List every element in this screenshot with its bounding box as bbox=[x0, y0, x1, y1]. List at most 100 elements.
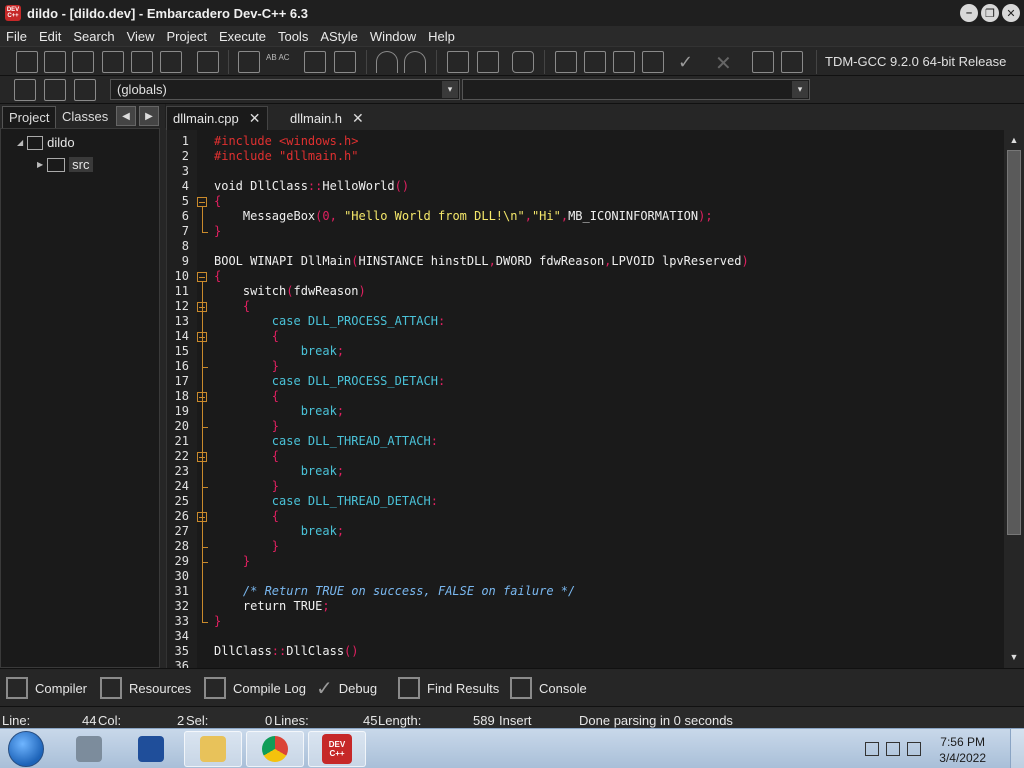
minimize-button[interactable]: – bbox=[960, 4, 978, 22]
close-icon[interactable]: ✕ bbox=[352, 110, 364, 127]
volume-muted-icon[interactable] bbox=[907, 742, 921, 756]
code-line[interactable]: BOOL WINAPI DllMain(HINSTANCE hinstDLL,D… bbox=[214, 254, 749, 268]
goto-bookmark-icon[interactable] bbox=[74, 79, 96, 101]
scope-select[interactable]: (globals) ▾ bbox=[110, 79, 460, 100]
taskbar-server-manager[interactable] bbox=[60, 731, 118, 767]
taskbar-powershell[interactable] bbox=[122, 731, 180, 767]
code-line[interactable]: { bbox=[214, 449, 279, 463]
network-icon[interactable] bbox=[886, 742, 900, 756]
code-line[interactable]: { bbox=[214, 329, 279, 343]
menu-file[interactable]: File bbox=[0, 29, 33, 44]
new-file-icon[interactable] bbox=[16, 51, 38, 73]
tab-classes[interactable]: Classes bbox=[56, 106, 114, 128]
menu-edit[interactable]: Edit bbox=[33, 29, 67, 44]
code-line[interactable]: { bbox=[214, 194, 221, 208]
code-line[interactable]: case DLL_PROCESS_ATTACH: bbox=[214, 314, 445, 328]
code-line[interactable]: } bbox=[214, 419, 279, 433]
code-line[interactable]: } bbox=[214, 539, 279, 553]
menu-search[interactable]: Search bbox=[67, 29, 120, 44]
replace-icon[interactable]: AB AC bbox=[266, 53, 290, 62]
close-all-icon[interactable] bbox=[160, 51, 182, 73]
tab-debug[interactable]: ✓ Debug bbox=[316, 675, 377, 701]
menu-astyle[interactable]: AStyle bbox=[314, 29, 364, 44]
tab-scroll-left-button[interactable]: ◀ bbox=[116, 106, 136, 126]
code-line[interactable]: case DLL_THREAD_DETACH: bbox=[214, 494, 438, 508]
start-button[interactable] bbox=[8, 731, 44, 767]
profile-icon[interactable] bbox=[752, 51, 774, 73]
show-desktop-button[interactable] bbox=[1010, 729, 1024, 768]
code-line[interactable]: return TRUE; bbox=[214, 599, 330, 613]
taskbar-devcpp[interactable]: DEV C++ bbox=[308, 731, 366, 767]
toggle-comment-icon[interactable] bbox=[512, 51, 534, 73]
tab-dllmain-h[interactable]: dllmain.h ✕ bbox=[284, 106, 370, 130]
code-line[interactable]: { bbox=[214, 299, 250, 313]
rebuild-all-icon[interactable] bbox=[642, 51, 664, 73]
menu-window[interactable]: Window bbox=[364, 29, 422, 44]
fold-toggle-icon[interactable] bbox=[197, 197, 207, 207]
menu-help[interactable]: Help bbox=[422, 29, 461, 44]
close-file-icon[interactable] bbox=[131, 51, 153, 73]
tab-project[interactable]: Project bbox=[2, 106, 57, 128]
undo-icon[interactable] bbox=[376, 51, 398, 73]
code-line[interactable]: break; bbox=[214, 404, 344, 418]
delete-profile-icon[interactable] bbox=[781, 51, 803, 73]
editor-vertical-scrollbar[interactable]: ▲ ▼ bbox=[1004, 130, 1024, 668]
code-line[interactable]: case DLL_PROCESS_DETACH: bbox=[214, 374, 445, 388]
tab-console[interactable]: Console bbox=[510, 675, 587, 701]
code-line[interactable]: DllClass::DllClass() bbox=[214, 644, 359, 658]
run-icon[interactable] bbox=[584, 51, 606, 73]
compile-icon[interactable] bbox=[555, 51, 577, 73]
collapse-toggle-icon[interactable]: ▶ bbox=[37, 160, 43, 169]
close-icon[interactable]: ✕ bbox=[249, 110, 261, 127]
tab-compile-log[interactable]: Compile Log bbox=[204, 675, 306, 701]
fold-toggle-icon[interactable] bbox=[197, 272, 207, 282]
print-icon[interactable] bbox=[197, 51, 219, 73]
taskbar-file-explorer[interactable] bbox=[184, 731, 242, 767]
code-line[interactable]: switch(fdwReason) bbox=[214, 284, 366, 298]
check-syntax-icon[interactable]: ✓ bbox=[678, 52, 693, 73]
fold-toggle-icon[interactable] bbox=[197, 392, 207, 402]
code-editor[interactable]: 1 2 3 4 5 6 7 8 9 10 11 12 13 14 15 16 17 18 19 20 21 22 23 24 2… bbox=[166, 130, 1004, 668]
code-line[interactable]: /* Return TRUE on success, FALSE on fail… bbox=[214, 584, 575, 598]
menu-tools[interactable]: Tools bbox=[272, 29, 314, 44]
compile-run-icon[interactable] bbox=[613, 51, 635, 73]
save-icon[interactable] bbox=[72, 51, 94, 73]
find-icon[interactable] bbox=[238, 51, 260, 73]
code-line[interactable]: { bbox=[214, 269, 221, 283]
code-line[interactable]: { bbox=[214, 509, 279, 523]
code-line[interactable]: #include "dllmain.h" bbox=[214, 149, 359, 163]
tab-find-results[interactable]: Find Results bbox=[398, 675, 499, 701]
goto-line-icon[interactable] bbox=[304, 51, 326, 73]
chevron-down-icon[interactable]: ▾ bbox=[792, 81, 808, 98]
code-line[interactable]: #include <windows.h> bbox=[214, 134, 359, 148]
open-file-icon[interactable] bbox=[44, 51, 66, 73]
fold-toggle-icon[interactable] bbox=[197, 302, 207, 312]
code-line[interactable]: } bbox=[214, 224, 221, 238]
code-line[interactable]: break; bbox=[214, 464, 344, 478]
stop-execution-icon[interactable]: ✕ bbox=[715, 51, 732, 76]
menu-view[interactable]: View bbox=[121, 29, 161, 44]
close-button[interactable]: ✕ bbox=[1002, 4, 1020, 22]
restore-button[interactable]: ❐ bbox=[981, 4, 999, 22]
tray-clock[interactable]: 7:56 PM 3/4/2022 bbox=[939, 734, 986, 766]
tab-scroll-right-button[interactable]: ▶ bbox=[139, 106, 159, 126]
unindent-icon[interactable] bbox=[477, 51, 499, 73]
tab-resources[interactable]: Resources bbox=[100, 675, 191, 701]
save-all-icon[interactable] bbox=[102, 51, 124, 73]
taskbar-chrome[interactable] bbox=[246, 731, 304, 767]
code-line[interactable]: void DllClass::HelloWorld() bbox=[214, 179, 409, 193]
toggle-bookmark-icon[interactable] bbox=[44, 79, 66, 101]
indent-icon[interactable] bbox=[447, 51, 469, 73]
fold-toggle-icon[interactable] bbox=[197, 512, 207, 522]
code-line[interactable]: break; bbox=[214, 344, 344, 358]
tab-compiler[interactable]: Compiler bbox=[6, 675, 87, 701]
code-line[interactable]: } bbox=[214, 614, 221, 628]
scroll-up-icon[interactable]: ▲ bbox=[1007, 133, 1021, 147]
tab-dllmain-cpp[interactable]: dllmain.cpp ✕ bbox=[166, 106, 268, 130]
scroll-down-icon[interactable]: ▼ bbox=[1007, 650, 1021, 664]
fold-toggle-icon[interactable] bbox=[197, 332, 207, 342]
bookmark-icon[interactable] bbox=[334, 51, 356, 73]
code-line[interactable]: case DLL_THREAD_ATTACH: bbox=[214, 434, 438, 448]
chevron-down-icon[interactable]: ▾ bbox=[442, 81, 458, 98]
menu-execute[interactable]: Execute bbox=[213, 29, 272, 44]
